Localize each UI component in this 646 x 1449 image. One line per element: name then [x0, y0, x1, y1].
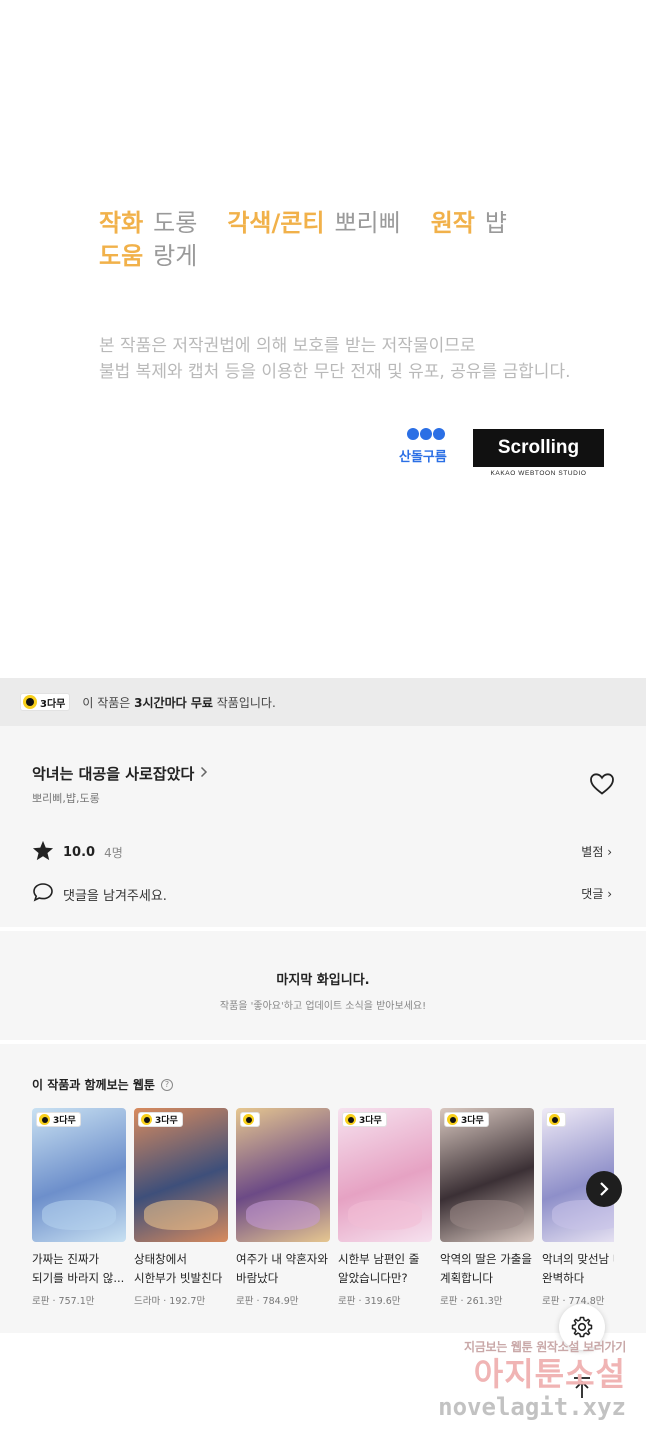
heart-icon[interactable] [589, 772, 615, 796]
recommendations-title: 이 작품과 함께보는 웹툰 ? [32, 1076, 173, 1093]
scrolling-logo-subtext: KAKAO WEBTOON STUDIO [490, 470, 587, 477]
credit-role-assist: 도움 [99, 242, 144, 270]
sandoll-cloud-logo-text: 산돌구름 [399, 450, 447, 465]
recommendation-title: 악역의 딸은 가출을 계획합니다 [440, 1252, 532, 1285]
comment-bubble-icon [32, 882, 54, 906]
copyright-line-1: 본 작품은 저작권법에 의해 보호를 받는 저작물이므로 [99, 336, 476, 356]
rating-count: 4명 [104, 846, 123, 860]
scrolling-logo-text: Scrolling [473, 429, 604, 467]
recommendation-card[interactable]: 여주가 내 약혼자와 바람났다로판 · 784.9만 [236, 1108, 330, 1307]
clock-icon [39, 1114, 50, 1125]
free-every-3h-banner: 3다무 이 작품은 3시간마다 무료 작품입니다. [0, 678, 646, 726]
credit-role-original: 원작 [430, 209, 475, 237]
free-banner-text: 이 작품은 3시간마다 무료 작품입니다. [82, 695, 276, 710]
comment-input-row[interactable]: 댓글을 남겨주세요. [32, 882, 167, 906]
arrow-up-icon [574, 1377, 590, 1398]
credit-name-original: 뱝 [484, 209, 507, 237]
wait-free-badge: 3다무 [342, 1112, 387, 1127]
recommendation-meta: 드라마 · 192.7만 [134, 1296, 206, 1307]
viewer-page: 작화 도롱 각색/콘티 뽀리삐 원작 뱝 도움 랑게 본 작품은 저작권법에 의… [0, 0, 646, 1449]
wait-free-badge [546, 1112, 566, 1127]
sandoll-cloud-logo: 산돌구름 [399, 428, 455, 470]
rating-link[interactable]: 별점 › [581, 843, 612, 860]
recommendation-meta: 로판 · 757.1만 [32, 1296, 95, 1307]
settings-button[interactable] [559, 1304, 605, 1350]
credit-name-assist: 랑게 [153, 242, 198, 270]
credit-name-art: 도롱 [153, 209, 198, 237]
recommendation-meta: 로판 · 784.9만 [236, 1296, 299, 1307]
credits-row-2: 도움 랑게 [99, 236, 197, 271]
watermark-mid: 아지툰소설 [473, 1355, 626, 1393]
gear-icon [571, 1316, 593, 1338]
recommendation-title: 상태창에서 시한부가 빗발친다 [134, 1252, 223, 1285]
last-episode-title: 마지막 화입니다. [276, 973, 370, 988]
recommendation-thumbnail: 3다무 [32, 1108, 126, 1242]
clock-icon [345, 1114, 356, 1125]
work-title: 악녀는 대공을 사로잡았다 [32, 765, 195, 783]
recommendation-title: 악녀의 맞선남 너무 완벽하다 [542, 1252, 614, 1285]
recommendation-card[interactable]: 3다무상태창에서 시한부가 빗발친다드라마 · 192.7만 [134, 1108, 228, 1307]
recommendation-meta: 로판 · 319.6만 [338, 1296, 401, 1307]
wait-free-badge: 3다무 [444, 1112, 489, 1127]
clock-icon [243, 1114, 254, 1125]
recommendation-title: 여주가 내 약혼자와 바람났다 [236, 1252, 328, 1285]
scrolling-studio-logo: Scrolling KAKAO WEBTOON STUDIO [473, 429, 604, 479]
last-episode-subtitle: 작품을 '좋아요'하고 업데이트 소식을 받아보세요! [219, 1001, 427, 1012]
recommendation-thumbnail: 3다무 [440, 1108, 534, 1242]
watermark-url: novelagit.xyz [438, 1393, 626, 1421]
recommendation-card[interactable]: 3다무시한부 남편인 줄 알았습니다만? 로판 · 319.6만 [338, 1108, 432, 1307]
scroll-to-top-button[interactable] [569, 1375, 595, 1401]
recommendation-thumbnail [236, 1108, 330, 1242]
last-episode-notice: 마지막 화입니다. 작품을 '좋아요'하고 업데이트 소식을 받아보세요! [0, 931, 646, 1040]
recommendations-section: 이 작품과 함께보는 웹툰 ? 3다무가짜는 진짜가 되기를 바라지 않... 로… [0, 1044, 646, 1333]
work-authors: 뽀리삐,뱝,도롱 [32, 792, 100, 805]
rating-row: 10.0 4명 [32, 840, 123, 865]
work-info-section: 악녀는 대공을 사로잡았다 뽀리삐,뱝,도롱 10.0 4명 별점 › 댓글을 … [0, 726, 646, 927]
recommendation-meta: 로판 · 261.3만 [440, 1296, 503, 1307]
clock-icon [141, 1114, 152, 1125]
recommendation-carousel: 3다무가짜는 진짜가 되기를 바라지 않... 로판 · 757.1만 3다무상태창… [32, 1108, 614, 1318]
site-watermark: 지금보는 웹툰 원작소설 보러가기 아지툰소설 novelagit.xyz [438, 1338, 626, 1421]
help-icon[interactable]: ? [160, 1078, 173, 1091]
chevron-right-icon [600, 1182, 609, 1196]
comment-prompt: 댓글을 남겨주세요. [63, 888, 167, 904]
clock-icon [447, 1114, 458, 1125]
chevron-right-icon [200, 766, 208, 782]
wait-free-badge [240, 1112, 260, 1127]
recommendation-title: 가짜는 진짜가 되기를 바라지 않... [32, 1252, 125, 1285]
recommendation-thumbnail: 3다무 [338, 1108, 432, 1242]
recommendation-card[interactable]: 3다무가짜는 진짜가 되기를 바라지 않... 로판 · 757.1만 [32, 1108, 126, 1307]
star-icon [32, 840, 54, 865]
comment-link[interactable]: 댓글 › [581, 885, 612, 902]
recommendation-thumbnail: 3다무 [134, 1108, 228, 1242]
clock-icon [23, 695, 37, 709]
clock-icon [549, 1114, 560, 1125]
credit-name-adapt: 뽀리삐 [334, 209, 401, 237]
wait-free-badge: 3다무 [36, 1112, 81, 1127]
work-title-link[interactable]: 악녀는 대공을 사로잡았다 [32, 763, 208, 784]
episode-credits-panel: 작화 도롱 각색/콘티 뽀리삐 원작 뱝 도움 랑게 본 작품은 저작권법에 의… [0, 0, 646, 678]
rating-score: 10.0 [63, 845, 96, 860]
copyright-line-2: 불법 복제와 캡처 등을 이용한 무단 전재 및 유포, 공유를 금합니다. [99, 362, 571, 382]
credit-role-adapt: 각색/콘티 [227, 209, 325, 237]
recommendation-card[interactable]: 악녀의 맞선남 너무 완벽하다로판 · 774.8만 [542, 1108, 614, 1307]
carousel-next-button[interactable] [586, 1171, 622, 1207]
credit-role-art: 작화 [99, 209, 144, 237]
wait-free-badge: 3다무 [138, 1112, 183, 1127]
recommendation-card[interactable]: 3다무악역의 딸은 가출을 계획합니다로판 · 261.3만 [440, 1108, 534, 1307]
credits-row-1: 작화 도롱 각색/콘티 뽀리삐 원작 뱝 [99, 203, 507, 238]
wait-free-badge: 3다무 [20, 693, 71, 711]
copyright-notice: 본 작품은 저작권법에 의해 보호를 받는 저작물이므로 불법 복제와 캡처 등… [99, 333, 571, 385]
recommendation-title: 시한부 남편인 줄 알았습니다만? [338, 1252, 420, 1285]
